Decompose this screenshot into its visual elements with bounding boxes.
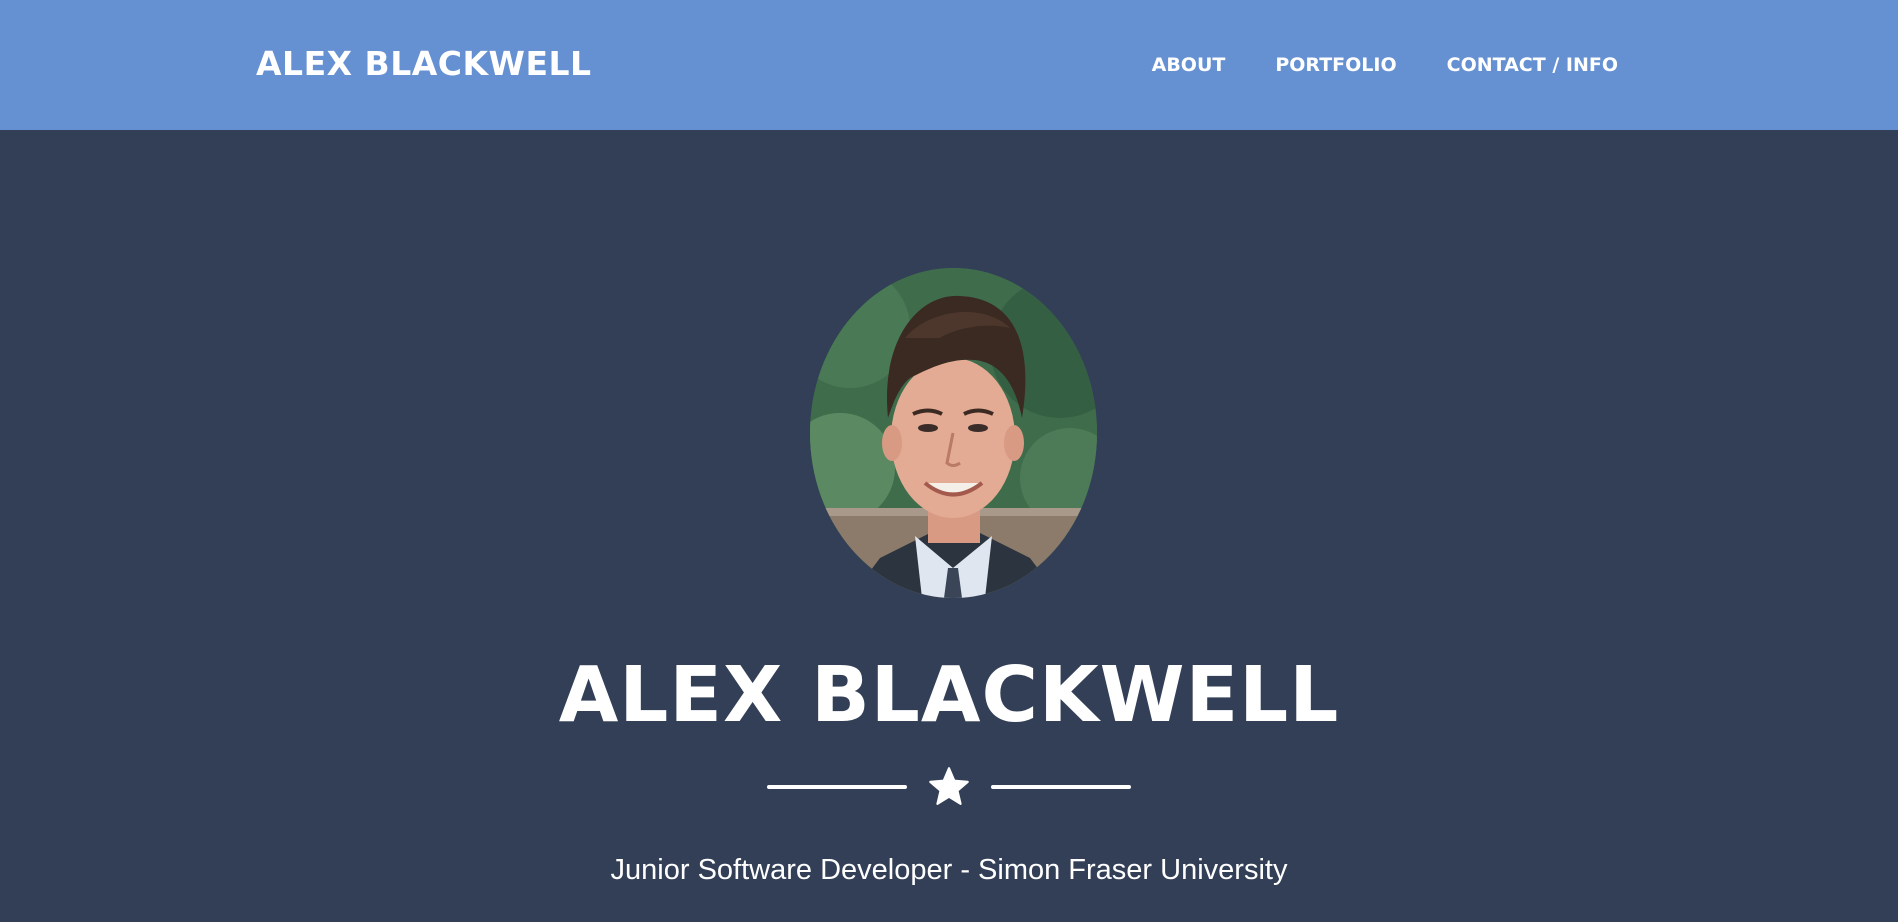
divider-line-left xyxy=(767,785,907,789)
hero-title: ALEX BLACKWELL xyxy=(558,651,1340,740)
nav-link-contact[interactable]: CONTACT / INFO xyxy=(1447,51,1618,79)
nav-links: ABOUT PORTFOLIO CONTACT / INFO xyxy=(1152,51,1618,79)
hero-tagline: Junior Software Developer - Simon Fraser… xyxy=(610,854,1288,886)
star-divider xyxy=(0,760,1898,810)
star-icon xyxy=(929,767,969,805)
divider-line-right xyxy=(991,785,1131,789)
brand-logo-link[interactable]: ALEX BLACKWELL xyxy=(256,44,592,84)
profile-photo xyxy=(810,268,1097,598)
nav-link-about[interactable]: ABOUT xyxy=(1152,51,1226,79)
nav-link-portfolio[interactable]: PORTFOLIO xyxy=(1275,51,1396,79)
top-navbar: ALEX BLACKWELL ABOUT PORTFOLIO CONTACT /… xyxy=(0,0,1898,130)
